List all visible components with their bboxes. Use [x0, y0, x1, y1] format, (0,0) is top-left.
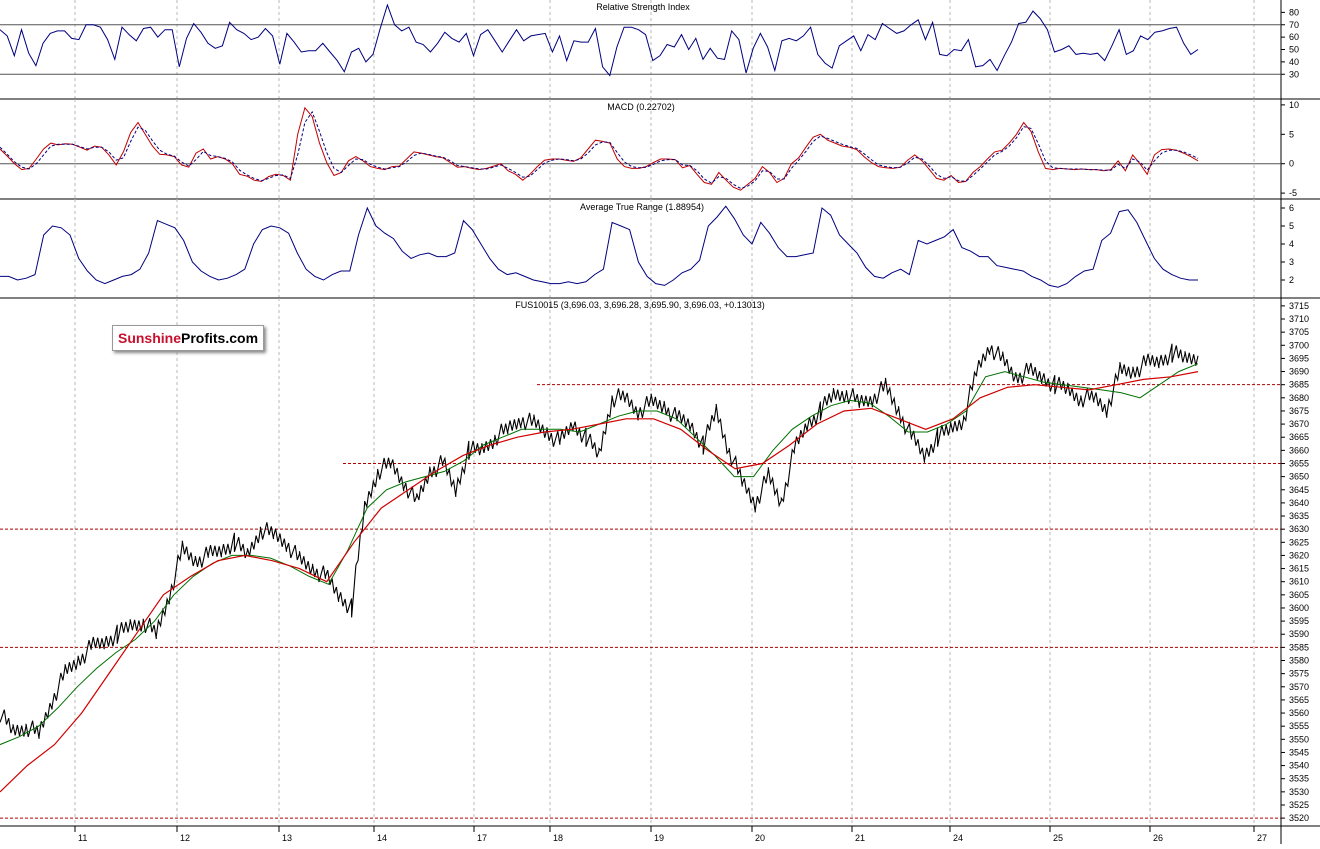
- y-tick-label: 3655: [1289, 458, 1309, 468]
- y-tick-label: 3550: [1289, 734, 1309, 744]
- y-tick-label: 3545: [1289, 747, 1309, 757]
- x-tick-label: 25: [1053, 833, 1063, 843]
- y-tick-label: 3520: [1289, 813, 1309, 823]
- y-tick-label: 5: [1289, 129, 1294, 139]
- y-tick-label: 3535: [1289, 774, 1309, 784]
- x-tick-label: 26: [1153, 833, 1163, 843]
- macd-line: [0, 106, 1199, 191]
- moving-average-red: [0, 371, 1199, 793]
- y-tick-label: 60: [1289, 32, 1299, 42]
- y-tick-label: 3620: [1289, 550, 1309, 560]
- y-tick-label: 3540: [1289, 761, 1309, 771]
- x-tick-label: 27: [1257, 833, 1267, 843]
- y-tick-label: 50: [1289, 45, 1299, 55]
- y-tick-label: 3590: [1289, 629, 1309, 639]
- y-tick-label: 3685: [1289, 380, 1309, 390]
- x-tick-label: 12: [180, 833, 190, 843]
- panel-title: Average True Range (1.88954): [580, 202, 704, 212]
- y-tick-label: 3580: [1289, 656, 1309, 666]
- y-tick-label: 3: [1289, 257, 1294, 267]
- y-tick-label: 10: [1289, 100, 1299, 110]
- y-tick-label: 3525: [1289, 800, 1309, 810]
- macd-signal-line: [0, 110, 1199, 189]
- y-tick-label: 3695: [1289, 353, 1309, 363]
- y-tick-label: -5: [1289, 188, 1297, 198]
- y-tick-label: 3530: [1289, 787, 1309, 797]
- y-tick-label: 2: [1289, 275, 1294, 285]
- y-tick-label: 3675: [1289, 406, 1309, 416]
- y-tick-label: 4: [1289, 239, 1294, 249]
- rsi-line: [0, 3, 1199, 77]
- x-tick-label: 11: [78, 833, 87, 843]
- y-tick-label: 3710: [1289, 314, 1309, 324]
- x-tick-label: 18: [553, 833, 563, 843]
- logo-part1: Sunshine: [117, 330, 181, 346]
- y-tick-label: 3575: [1289, 669, 1309, 679]
- panel-title: MACD (0.22702): [607, 102, 675, 112]
- chart-canvas: Relative Strength Index MACD (0.22702) Ave…: [0, 0, 1320, 844]
- x-tick-label: 13: [282, 833, 292, 843]
- y-tick-label: 30: [1289, 69, 1299, 79]
- y-tick-label: 3660: [1289, 445, 1309, 455]
- y-tick-label: 3605: [1289, 590, 1309, 600]
- panel-title: Relative Strength Index: [596, 2, 690, 12]
- y-tick-label: 3625: [1289, 537, 1309, 547]
- y-tick-label: 3715: [1289, 301, 1309, 311]
- y-tick-label: 0: [1289, 159, 1294, 169]
- y-tick-label: 3595: [1289, 616, 1309, 626]
- atr-line: [0, 205, 1198, 288]
- x-tick-label: 14: [377, 833, 387, 843]
- price-bars: [0, 343, 1199, 739]
- y-tick-label: 3610: [1289, 577, 1309, 587]
- x-tick-label: 24: [953, 833, 963, 843]
- y-tick-label: 3640: [1289, 498, 1309, 508]
- y-tick-label: 3645: [1289, 485, 1309, 495]
- x-tick-label: 19: [654, 833, 664, 843]
- moving-average-green: [0, 363, 1199, 746]
- y-tick-label: 3585: [1289, 642, 1309, 652]
- y-tick-label: 3680: [1289, 393, 1309, 403]
- y-tick-label: 3630: [1289, 524, 1309, 534]
- y-tick-label: 3560: [1289, 708, 1309, 718]
- y-tick-label: 3555: [1289, 721, 1309, 731]
- panel-title: FUS10015 (3,696.03, 3,696.28, 3,695.90, …: [515, 300, 764, 310]
- y-tick-label: 3650: [1289, 472, 1309, 482]
- y-tick-label: 3600: [1289, 603, 1309, 613]
- y-tick-label: 3705: [1289, 327, 1309, 337]
- y-tick-label: 3570: [1289, 682, 1309, 692]
- y-tick-label: 3700: [1289, 340, 1309, 350]
- y-tick-label: 80: [1289, 7, 1299, 17]
- x-tick-label: 17: [477, 833, 487, 843]
- y-tick-label: 5: [1289, 221, 1294, 231]
- x-tick-label: 20: [755, 833, 765, 843]
- y-tick-label: 3690: [1289, 367, 1309, 377]
- logo-part2: Profits.com: [181, 330, 259, 346]
- y-tick-label: 3665: [1289, 432, 1309, 442]
- y-tick-label: 3615: [1289, 564, 1309, 574]
- y-tick-label: 40: [1289, 57, 1299, 67]
- x-tick-label: 21: [855, 833, 865, 843]
- y-tick-label: 6: [1289, 203, 1294, 213]
- chart-root: Relative Strength Index MACD (0.22702) Ave…: [0, 0, 1320, 844]
- y-tick-label: 3565: [1289, 695, 1309, 705]
- sunshine-profits-logo: SunshineProfits.com: [112, 325, 264, 351]
- y-tick-label: 3635: [1289, 511, 1309, 521]
- y-tick-label: 70: [1289, 20, 1299, 30]
- y-tick-label: 3670: [1289, 419, 1309, 429]
